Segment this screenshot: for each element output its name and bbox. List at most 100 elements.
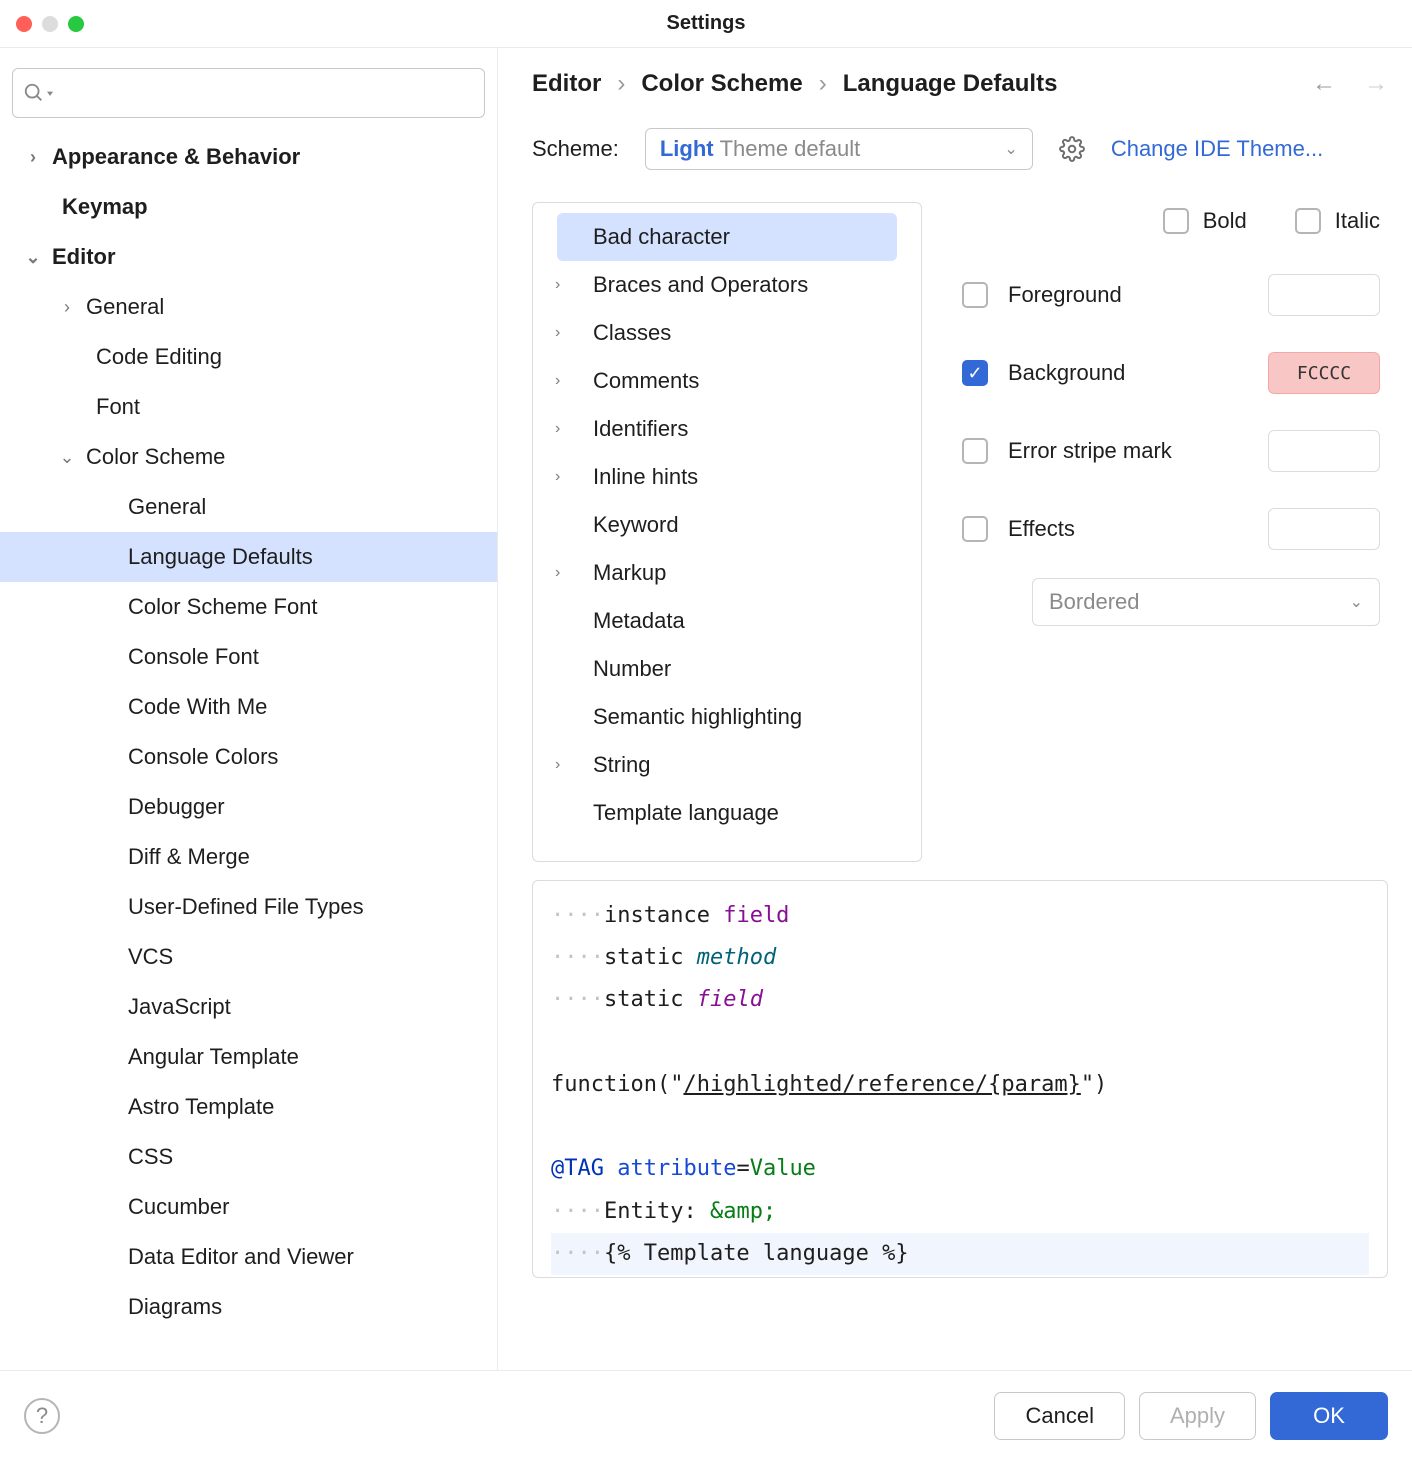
element-tree-item[interactable]: ›Braces and Operators bbox=[533, 261, 921, 309]
element-tree-item[interactable]: Template language bbox=[533, 789, 921, 837]
breadcrumb-color-scheme[interactable]: Color Scheme bbox=[641, 70, 802, 98]
element-tree-item[interactable]: ›Comments bbox=[533, 357, 921, 405]
sidebar-item[interactable]: Diagrams bbox=[0, 1282, 497, 1332]
gear-icon[interactable] bbox=[1059, 136, 1085, 162]
chevron-right-icon: › bbox=[617, 70, 625, 98]
chevron-right-icon: › bbox=[14, 147, 52, 168]
element-tree-item[interactable]: Bad character bbox=[557, 213, 897, 261]
element-tree-item-label: Metadata bbox=[593, 608, 685, 634]
effects-label: Effects bbox=[1008, 516, 1075, 542]
chevron-right-icon: › bbox=[555, 324, 593, 342]
chevron-right-icon: › bbox=[819, 70, 827, 98]
element-tree-item-label: Inline hints bbox=[593, 464, 698, 490]
element-tree-item[interactable]: ›Inline hints bbox=[533, 453, 921, 501]
sidebar-item[interactable]: User-Defined File Types bbox=[0, 882, 497, 932]
close-window-button[interactable] bbox=[16, 16, 32, 32]
minimize-window-button[interactable] bbox=[42, 16, 58, 32]
sidebar-item[interactable]: ›Appearance & Behavior bbox=[0, 132, 497, 182]
sidebar-item[interactable]: Font bbox=[0, 382, 497, 432]
nav-back-button[interactable]: ← bbox=[1312, 70, 1336, 98]
effects-type-select[interactable]: Bordered ⌄ bbox=[1032, 578, 1380, 626]
sidebar-item[interactable]: Astro Template bbox=[0, 1082, 497, 1132]
sidebar-item[interactable]: Debugger bbox=[0, 782, 497, 832]
sidebar-item-label: General bbox=[128, 494, 206, 520]
error-stripe-label: Error stripe mark bbox=[1008, 438, 1172, 464]
sidebar-item-label: Appearance & Behavior bbox=[52, 144, 300, 170]
sidebar-item[interactable]: Code With Me bbox=[0, 682, 497, 732]
chevron-down-icon: ⌄ bbox=[48, 447, 86, 468]
attributes-panel: Bold Italic Foreground bbox=[962, 202, 1388, 862]
sidebar-item[interactable]: ⌄Color Scheme bbox=[0, 432, 497, 482]
sidebar-item[interactable]: VCS bbox=[0, 932, 497, 982]
element-tree-item[interactable]: Semantic highlighting bbox=[533, 693, 921, 741]
breadcrumb-editor[interactable]: Editor bbox=[532, 70, 601, 98]
element-tree-item[interactable]: ›Identifiers bbox=[533, 405, 921, 453]
element-tree-item[interactable]: Keyword bbox=[533, 501, 921, 549]
sidebar-item[interactable]: Language Defaults bbox=[0, 532, 497, 582]
element-tree-item-label: String bbox=[593, 752, 650, 778]
chevron-down-icon: ⌄ bbox=[1350, 592, 1363, 612]
sidebar-item-label: Console Font bbox=[128, 644, 259, 670]
sidebar-item-label: Cucumber bbox=[128, 1194, 229, 1220]
effects-checkbox[interactable] bbox=[962, 516, 988, 542]
element-tree-item-label: Number bbox=[593, 656, 671, 682]
sidebar-item[interactable]: Keymap bbox=[0, 182, 497, 232]
element-tree-item-label: Identifiers bbox=[593, 416, 688, 442]
ok-button[interactable]: OK bbox=[1270, 1392, 1388, 1440]
chevron-right-icon: › bbox=[555, 276, 593, 294]
sidebar-item[interactable]: CSS bbox=[0, 1132, 497, 1182]
nav-forward-button[interactable]: → bbox=[1364, 70, 1388, 98]
element-tree-item[interactable]: Number bbox=[533, 645, 921, 693]
sidebar-item-label: User-Defined File Types bbox=[128, 894, 364, 920]
help-button[interactable]: ? bbox=[24, 1398, 60, 1434]
chevron-right-icon: › bbox=[555, 564, 593, 582]
sidebar-item[interactable]: Angular Template bbox=[0, 1032, 497, 1082]
sidebar-item[interactable]: Code Editing bbox=[0, 332, 497, 382]
foreground-color-swatch[interactable] bbox=[1268, 274, 1380, 316]
sidebar-item[interactable]: ›General bbox=[0, 282, 497, 332]
sidebar-item[interactable]: Diff & Merge bbox=[0, 832, 497, 882]
chevron-right-icon: › bbox=[555, 420, 593, 438]
sidebar-item[interactable]: Console Font bbox=[0, 632, 497, 682]
sidebar-item-label: Code With Me bbox=[128, 694, 267, 720]
effects-color-swatch[interactable] bbox=[1268, 508, 1380, 550]
search-history-chevron-icon[interactable]: ▾ bbox=[47, 88, 53, 98]
scheme-select[interactable]: Light Theme default ⌄ bbox=[645, 128, 1033, 170]
search-icon bbox=[23, 82, 45, 104]
element-tree-item[interactable]: ›String bbox=[533, 741, 921, 789]
sidebar-item[interactable]: ⌄Editor bbox=[0, 232, 497, 282]
sidebar-item[interactable]: Cucumber bbox=[0, 1182, 497, 1232]
error-stripe-checkbox[interactable] bbox=[962, 438, 988, 464]
sidebar-item[interactable]: Console Colors bbox=[0, 732, 497, 782]
background-color-swatch[interactable]: FCCCC bbox=[1268, 352, 1380, 394]
window-traffic-lights bbox=[16, 16, 84, 32]
sidebar-item[interactable]: Color Scheme Font bbox=[0, 582, 497, 632]
element-tree-item[interactable]: ›Classes bbox=[533, 309, 921, 357]
sidebar-item-label: Editor bbox=[52, 244, 116, 270]
background-label: Background bbox=[1008, 360, 1125, 386]
apply-button[interactable]: Apply bbox=[1139, 1392, 1256, 1440]
bold-checkbox[interactable] bbox=[1163, 208, 1189, 234]
sidebar-item-label: Diff & Merge bbox=[128, 844, 250, 870]
element-tree-item[interactable]: ›Markup bbox=[533, 549, 921, 597]
search-input[interactable]: ▾ bbox=[12, 68, 485, 118]
foreground-checkbox[interactable] bbox=[962, 282, 988, 308]
maximize-window-button[interactable] bbox=[68, 16, 84, 32]
sidebar-item[interactable]: Data Editor and Viewer bbox=[0, 1232, 497, 1282]
chevron-right-icon: › bbox=[555, 468, 593, 486]
error-stripe-color-swatch[interactable] bbox=[1268, 430, 1380, 472]
sidebar-item[interactable]: General bbox=[0, 482, 497, 532]
element-tree-item[interactable]: Metadata bbox=[533, 597, 921, 645]
breadcrumb-language-defaults[interactable]: Language Defaults bbox=[843, 70, 1058, 98]
sidebar-item-label: Keymap bbox=[62, 194, 148, 220]
change-ide-theme-link[interactable]: Change IDE Theme... bbox=[1111, 136, 1323, 162]
sidebar-item[interactable]: JavaScript bbox=[0, 982, 497, 1032]
code-preview: ····instance field ····static method ···… bbox=[532, 880, 1388, 1278]
sidebar-item-label: JavaScript bbox=[128, 994, 231, 1020]
element-tree-item-label: Classes bbox=[593, 320, 671, 346]
italic-checkbox[interactable] bbox=[1295, 208, 1321, 234]
sidebar-item-label: Debugger bbox=[128, 794, 225, 820]
background-checkbox[interactable]: ✓ bbox=[962, 360, 988, 386]
cancel-button[interactable]: Cancel bbox=[994, 1392, 1124, 1440]
element-tree-item-label: Braces and Operators bbox=[593, 272, 808, 298]
